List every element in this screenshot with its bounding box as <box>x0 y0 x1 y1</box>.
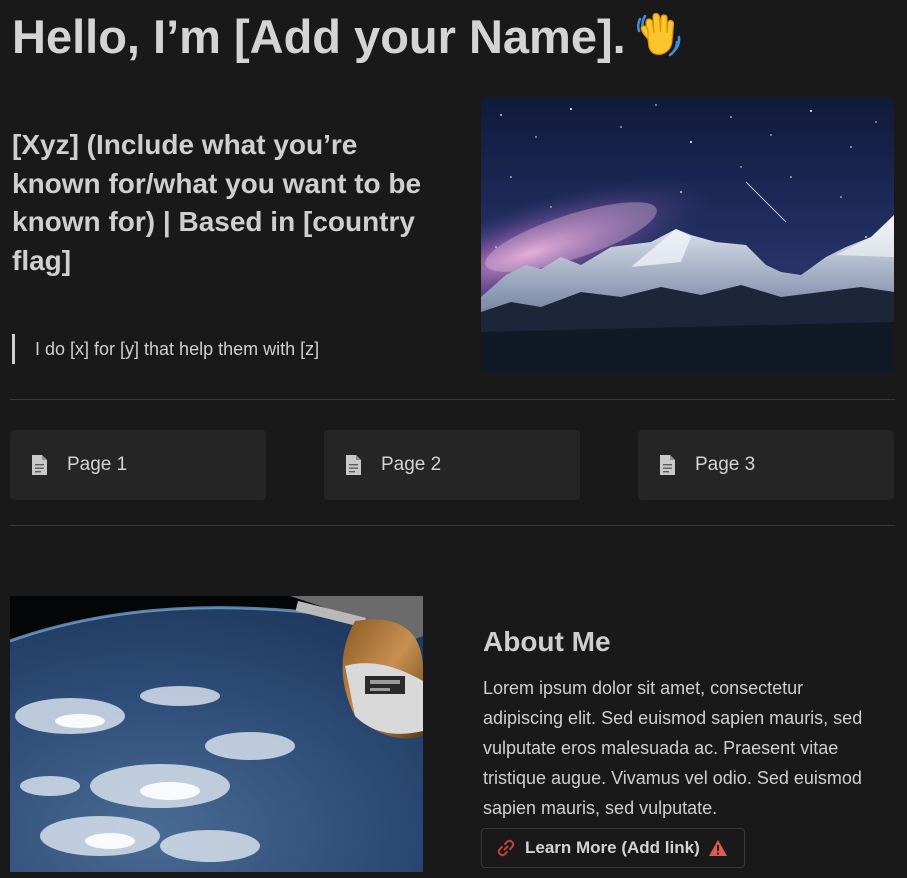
page-link-1[interactable]: Page 1 <box>10 430 266 500</box>
warning-icon <box>708 840 727 856</box>
page-link-label: Page 1 <box>67 454 128 475</box>
tagline: [Xyz] (Include what you’re known for/wha… <box>12 129 422 276</box>
page-title-text: Hello, I’m [Add your Name]. <box>12 10 626 63</box>
link-icon <box>497 839 515 857</box>
mountain-milky-way-image <box>481 97 894 373</box>
divider-bottom <box>10 525 895 526</box>
quote-block: I do [x] for [y] that help them with [z] <box>12 334 319 364</box>
about-me-text: Lorem ipsum dolor sit amet, consectetur … <box>483 678 863 818</box>
page-link-label: Page 2 <box>381 454 442 475</box>
learn-more-label: Learn More (Add link) <box>525 838 700 857</box>
page-link-3[interactable]: Page 3 <box>638 430 894 500</box>
waving-hand-icon <box>634 9 684 74</box>
earth-from-space-image <box>10 596 423 872</box>
page: Hello, I’m [Add your Name]. [Xyz] (Inclu… <box>0 0 907 878</box>
learn-more-button[interactable]: Learn More (Add link) <box>481 828 745 868</box>
page-link-label: Page 3 <box>695 454 756 475</box>
page-title: Hello, I’m [Add your Name]. <box>12 6 684 74</box>
document-icon <box>660 455 675 475</box>
divider-top <box>10 399 895 400</box>
document-icon <box>346 455 361 475</box>
document-icon <box>32 455 47 475</box>
quote-text: I do [x] for [y] that help them with [z] <box>35 338 320 359</box>
about-me-heading: About Me <box>483 626 611 657</box>
page-link-2[interactable]: Page 2 <box>324 430 580 500</box>
